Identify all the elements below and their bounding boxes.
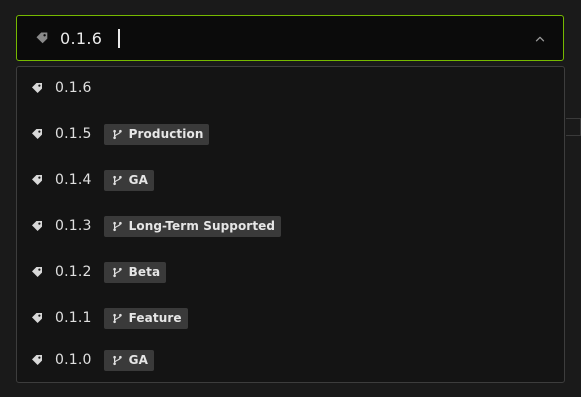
branch-icon	[112, 129, 123, 140]
list-item[interactable]: 0.1.3 Long-Term Supported	[17, 206, 564, 246]
branch-icon	[112, 221, 123, 232]
text-cursor	[118, 28, 120, 48]
page: 0.1.6 0.1.6 0.1.5 Production 0.1.4 GA 0.…	[0, 0, 581, 397]
status-badge: GA	[103, 169, 154, 191]
badge-label: GA	[128, 353, 148, 367]
tag-icon	[31, 174, 43, 186]
option-label: 0.1.0	[55, 352, 92, 368]
tag-icon	[31, 312, 43, 324]
branch-icon	[112, 175, 123, 186]
tag-icon	[31, 128, 43, 140]
tag-icon	[31, 220, 43, 232]
version-dropdown-list: 0.1.6 0.1.5 Production 0.1.4 GA 0.1.3 Lo…	[16, 66, 565, 383]
background-divider	[566, 118, 581, 119]
badge-label: GA	[128, 173, 148, 187]
status-badge: Feature	[103, 307, 188, 329]
option-label: 0.1.3	[55, 218, 92, 234]
chevron-up-icon[interactable]	[534, 33, 546, 45]
branch-icon	[112, 313, 123, 324]
list-item[interactable]: 0.1.2 Beta	[17, 252, 564, 292]
list-item[interactable]: 0.1.0 GA	[17, 340, 564, 380]
status-badge: Production	[103, 123, 210, 145]
option-label: 0.1.6	[55, 80, 92, 96]
tag-icon	[35, 31, 49, 45]
badge-label: Long-Term Supported	[128, 219, 276, 233]
badge-label: Beta	[128, 265, 161, 279]
list-item[interactable]: 0.1.4 GA	[17, 160, 564, 200]
option-label: 0.1.1	[55, 310, 92, 326]
option-label: 0.1.5	[55, 126, 92, 142]
list-item[interactable]: 0.1.6	[17, 68, 564, 108]
selected-value: 0.1.6	[60, 28, 103, 48]
status-badge: Beta	[103, 261, 167, 283]
background-divider	[566, 135, 581, 136]
list-item[interactable]: 0.1.5 Production	[17, 114, 564, 154]
status-badge: Long-Term Supported	[103, 215, 282, 237]
tag-icon	[31, 266, 43, 278]
tag-icon	[31, 82, 43, 94]
badge-label: Feature	[128, 311, 182, 325]
status-badge: GA	[103, 349, 154, 371]
option-label: 0.1.2	[55, 264, 92, 280]
branch-icon	[112, 355, 123, 366]
badge-label: Production	[128, 127, 204, 141]
version-select-input[interactable]: 0.1.6	[16, 15, 564, 61]
branch-icon	[112, 267, 123, 278]
list-item[interactable]: 0.1.1 Feature	[17, 298, 564, 338]
tag-icon	[31, 354, 43, 366]
option-label: 0.1.4	[55, 172, 92, 188]
